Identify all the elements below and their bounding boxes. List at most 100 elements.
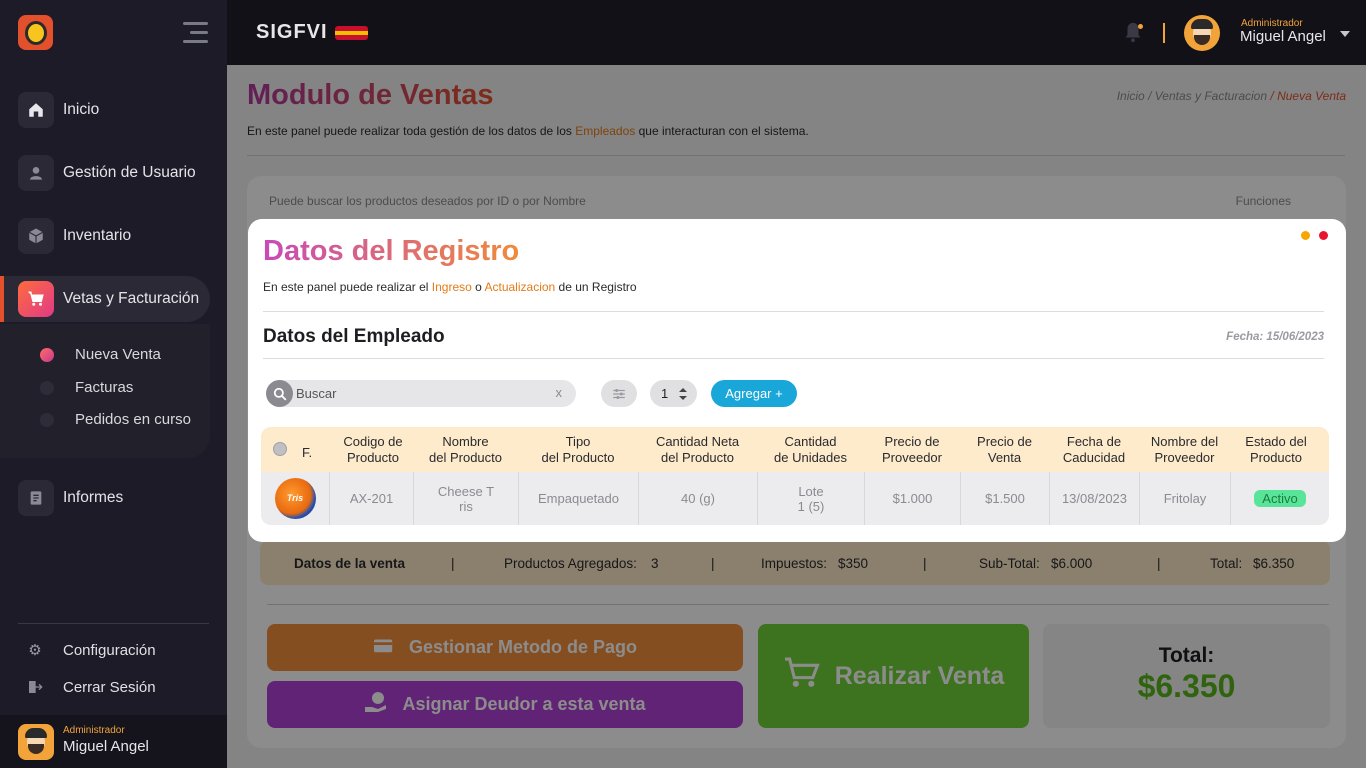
logout-icon bbox=[26, 678, 44, 696]
logout-label: Cerrar Sesión bbox=[63, 678, 156, 696]
product-image-label: Tris bbox=[286, 493, 304, 503]
modal-description: En este panel puede realizar el Ingreso … bbox=[263, 280, 637, 294]
user-icon bbox=[18, 155, 54, 191]
select-all-checkbox[interactable] bbox=[273, 442, 287, 456]
sidebar-item-label: Informes bbox=[63, 489, 124, 506]
user-role: Administrador bbox=[63, 725, 125, 736]
avatar[interactable] bbox=[1184, 15, 1220, 51]
report-icon bbox=[18, 480, 54, 516]
divider bbox=[263, 311, 1324, 312]
logo-mark bbox=[24, 20, 47, 45]
config-label: Configuración bbox=[63, 641, 156, 659]
sidebar-item-inventario[interactable]: Inventario bbox=[0, 213, 210, 259]
sidebar-divider bbox=[18, 623, 209, 624]
cell-net: 40 (g) bbox=[638, 472, 757, 525]
desc-link-actualizacion[interactable]: Actualizacion bbox=[485, 280, 556, 294]
divider bbox=[263, 358, 1324, 359]
table-header: F. Codigo de Producto Nombre del Product… bbox=[261, 427, 1329, 472]
stepper-arrows-icon[interactable] bbox=[678, 387, 688, 401]
sidebar-item-logout[interactable]: Cerrar Sesión bbox=[26, 678, 156, 696]
sidebar-submenu: Nueva Venta Facturas Pedidos en curso bbox=[0, 324, 210, 458]
column-header: Cantidad Neta del Producto bbox=[655, 434, 740, 465]
avatar bbox=[18, 724, 54, 760]
cell-expiry: 13/08/2023 bbox=[1049, 472, 1139, 525]
app-logo[interactable] bbox=[18, 15, 53, 50]
clear-search-icon[interactable]: x bbox=[556, 385, 563, 400]
chevron-down-icon[interactable] bbox=[1340, 31, 1350, 37]
status-badge: Activo bbox=[1254, 490, 1306, 507]
cell-units: Lote 1 (5) bbox=[757, 472, 864, 525]
modal-date: Fecha: 15/06/2023 bbox=[1226, 331, 1324, 343]
sidebar-item-config[interactable]: ⚙ Configuración bbox=[26, 641, 156, 660]
menu-toggle-icon[interactable] bbox=[183, 22, 208, 44]
sidebar-item-informes[interactable]: Informes bbox=[0, 475, 210, 521]
submenu-item-nueva-venta[interactable]: Nueva Venta bbox=[40, 346, 161, 363]
desc-text: de un Registro bbox=[555, 280, 637, 294]
sidebar-item-label: Gestión de Usuario bbox=[63, 164, 196, 181]
submenu-label: Facturas bbox=[75, 379, 134, 396]
sidebar-user[interactable]: Administrador Miguel Angel bbox=[0, 715, 227, 768]
sliders-icon bbox=[613, 388, 625, 399]
cell-status: Activo bbox=[1230, 472, 1329, 525]
column-header: Precio de Venta bbox=[977, 434, 1032, 465]
table-row[interactable]: Tris AX-201 Cheese T ris Empaquetado 40 … bbox=[261, 472, 1329, 525]
column-header: Estado del Producto bbox=[1245, 434, 1307, 465]
column-header: Fecha de Caducidad bbox=[1062, 434, 1126, 465]
cell-code: AX-201 bbox=[329, 472, 413, 525]
product-image: Tris bbox=[274, 478, 316, 519]
desc-link-ingreso[interactable]: Ingreso bbox=[432, 280, 472, 294]
submenu-item-pedidos[interactable]: Pedidos en curso bbox=[40, 411, 191, 428]
filter-button[interactable] bbox=[601, 380, 637, 407]
submenu-label: Nueva Venta bbox=[75, 346, 161, 363]
add-button[interactable]: Agregar + bbox=[711, 380, 797, 407]
sidebar-item-label: Inicio bbox=[63, 101, 100, 118]
cell-cost: $1.000 bbox=[864, 472, 960, 525]
brand-name: SIGFVI bbox=[256, 21, 328, 43]
cell-supplier: Fritolay bbox=[1139, 472, 1230, 525]
quantity-value: 1 bbox=[661, 386, 669, 401]
dot-icon bbox=[40, 412, 54, 427]
quantity-stepper[interactable]: 1 bbox=[650, 380, 697, 407]
box-icon bbox=[18, 218, 54, 254]
search-icon[interactable] bbox=[266, 380, 293, 407]
sidebar-item-inicio[interactable]: Inicio bbox=[0, 87, 210, 133]
sidebar-item-usuarios[interactable]: Gestión de Usuario bbox=[0, 150, 210, 196]
modal-subtitle: Datos del Empleado bbox=[263, 326, 445, 347]
cell-type: Empaquetado bbox=[518, 472, 638, 525]
sidebar-item-ventas[interactable]: Vetas y Facturación bbox=[0, 276, 210, 322]
column-header: Nombre del Proveedor bbox=[1150, 434, 1219, 465]
product-search: x bbox=[266, 380, 576, 407]
submenu-item-facturas[interactable]: Facturas bbox=[40, 379, 133, 396]
topbar: SIGFVI Administrador Miguel Angel bbox=[227, 0, 1366, 65]
sidebar-item-label: Inventario bbox=[63, 227, 132, 244]
modal-title: Datos del Registro bbox=[263, 235, 520, 267]
gear-icon: ⚙ bbox=[28, 642, 42, 659]
column-header: Nombre del Producto bbox=[429, 434, 502, 465]
notification-dot bbox=[1138, 24, 1143, 29]
sidebar: Inicio Gestión de Usuario Inventario Vet… bbox=[0, 0, 227, 768]
spain-flag-icon bbox=[335, 26, 368, 40]
minimize-dot-icon[interactable] bbox=[1301, 231, 1310, 240]
column-header: Tipo del Producto bbox=[541, 434, 615, 465]
column-header: Codigo de Producto bbox=[343, 434, 403, 465]
cell-name: Cheese T ris bbox=[413, 472, 518, 525]
column-header: F. bbox=[301, 445, 313, 460]
sidebar-item-label: Vetas y Facturación bbox=[63, 290, 200, 307]
topbar-separator bbox=[1163, 23, 1165, 43]
active-dot-icon bbox=[40, 347, 54, 362]
products-table: F. Codigo de Producto Nombre del Product… bbox=[261, 427, 1329, 525]
close-dot-icon[interactable] bbox=[1319, 231, 1328, 240]
cart-icon bbox=[18, 281, 54, 317]
registro-modal: Datos del Registro En este panel puede r… bbox=[248, 219, 1346, 542]
submenu-label: Pedidos en curso bbox=[75, 411, 191, 428]
column-header: Cantidad de Unidades bbox=[774, 434, 847, 465]
user-name[interactable]: Miguel Angel bbox=[1240, 28, 1326, 45]
user-name: Miguel Angel bbox=[63, 738, 149, 755]
search-input[interactable] bbox=[296, 383, 546, 404]
dot-icon bbox=[40, 380, 54, 395]
column-header: Precio de Proveedor bbox=[882, 434, 942, 465]
home-icon bbox=[18, 92, 54, 128]
desc-text: o bbox=[471, 280, 485, 294]
cell-price: $1.500 bbox=[960, 472, 1049, 525]
desc-text: En este panel puede realizar el bbox=[263, 280, 432, 294]
